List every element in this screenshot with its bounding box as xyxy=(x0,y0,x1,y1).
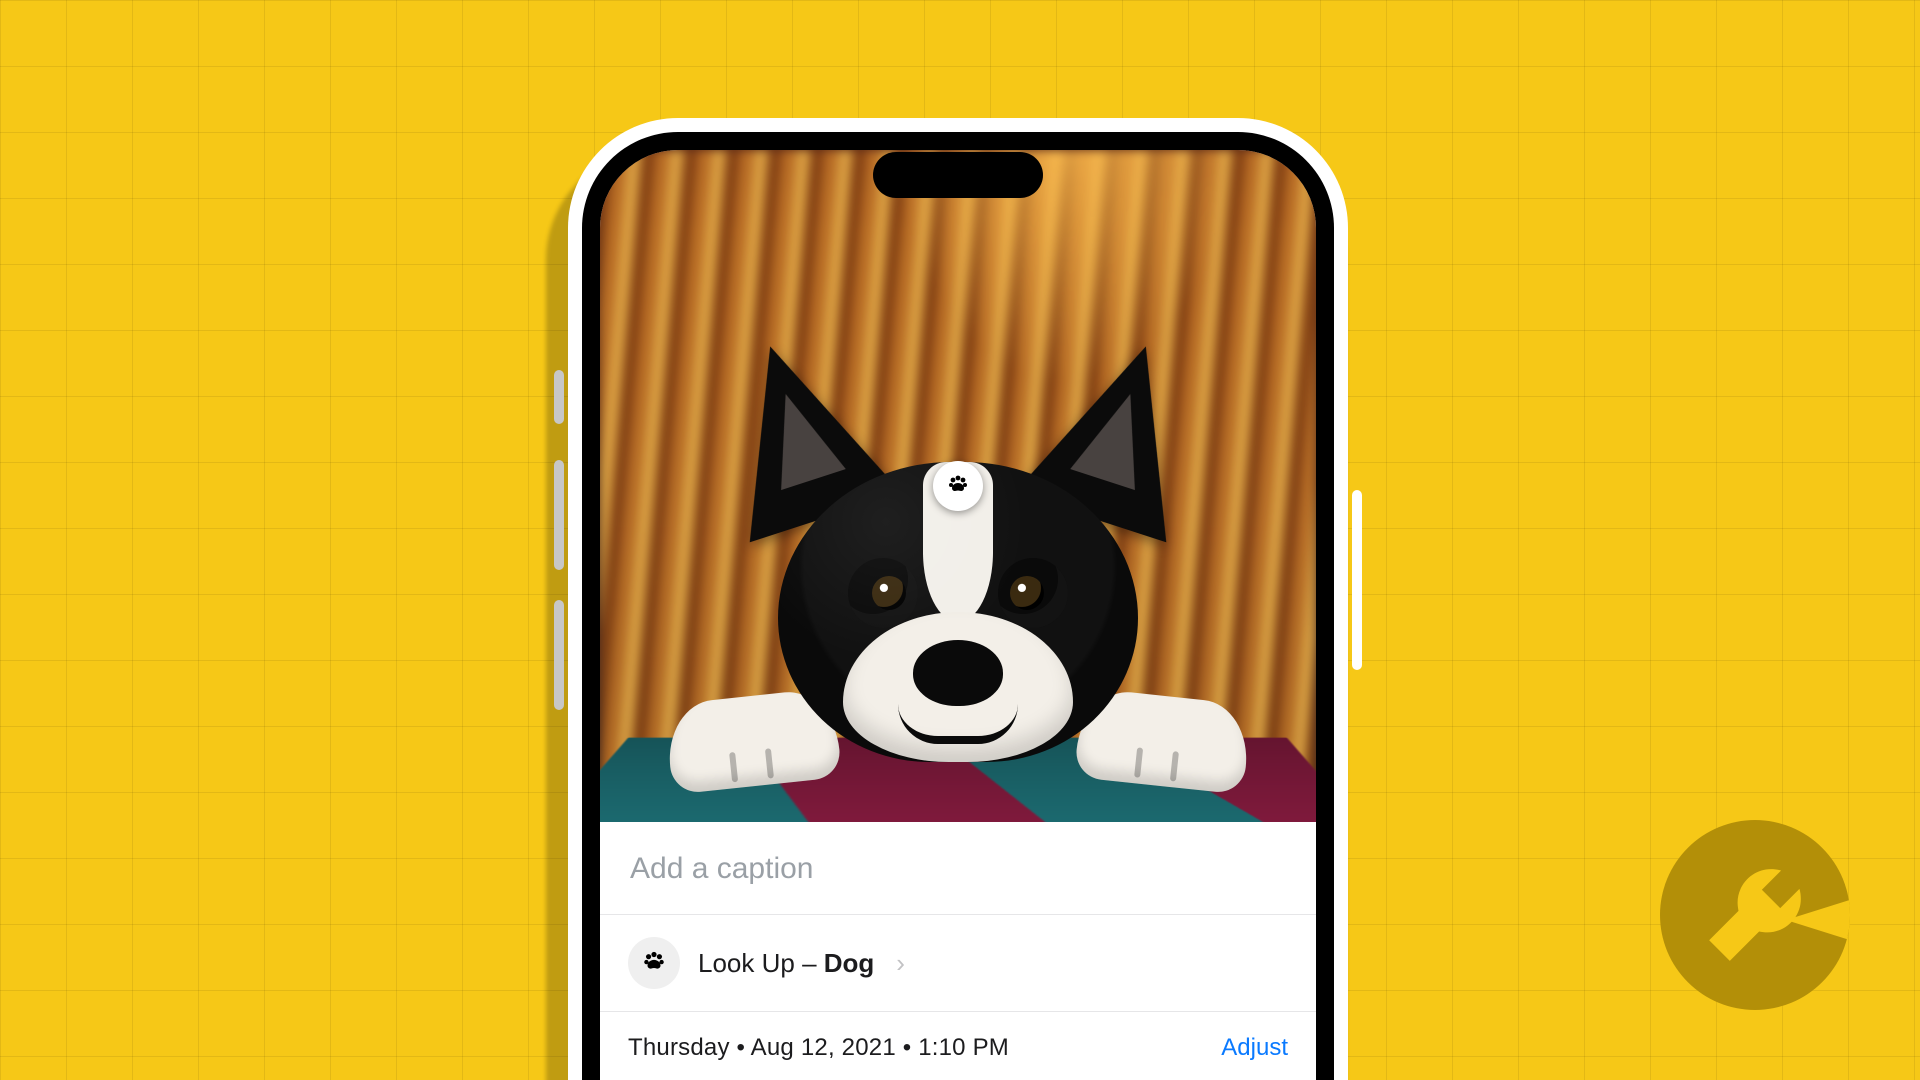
lookup-row-label: Look Up – Dog xyxy=(698,948,874,979)
phone-frame: Add a caption ✦ xyxy=(568,118,1348,1080)
brand-logo xyxy=(1660,820,1850,1010)
photo-info-panel: Add a caption ✦ xyxy=(600,822,1316,1080)
phone-bezel: Add a caption ✦ xyxy=(582,132,1334,1080)
paw-icon xyxy=(946,472,970,501)
visual-lookup-row[interactable]: ✦ xyxy=(600,915,1316,1012)
photo-viewport[interactable] xyxy=(600,150,1316,822)
photo-subject-dog xyxy=(678,352,1238,782)
visual-lookup-badge[interactable] xyxy=(933,461,983,511)
dynamic-island xyxy=(873,152,1043,198)
caption-input[interactable]: Add a caption xyxy=(600,822,1316,915)
phone-screen: Add a caption ✦ xyxy=(600,150,1316,1080)
app-background: Add a caption ✦ xyxy=(0,0,1920,1080)
chevron-right-icon: › xyxy=(896,948,905,979)
phone-side-button xyxy=(1352,490,1362,670)
paw-icon xyxy=(641,948,667,979)
adjust-datetime-button[interactable]: Adjust xyxy=(1221,1034,1288,1062)
photo-datetime-row: Thursday • Aug 12, 2021 • 1:10 PM Adjust xyxy=(600,1012,1316,1072)
lookup-row-icon xyxy=(628,937,680,989)
photo-datetime-label: Thursday • Aug 12, 2021 • 1:10 PM xyxy=(628,1034,1009,1062)
sparkle-icon: ✦ xyxy=(600,150,608,164)
